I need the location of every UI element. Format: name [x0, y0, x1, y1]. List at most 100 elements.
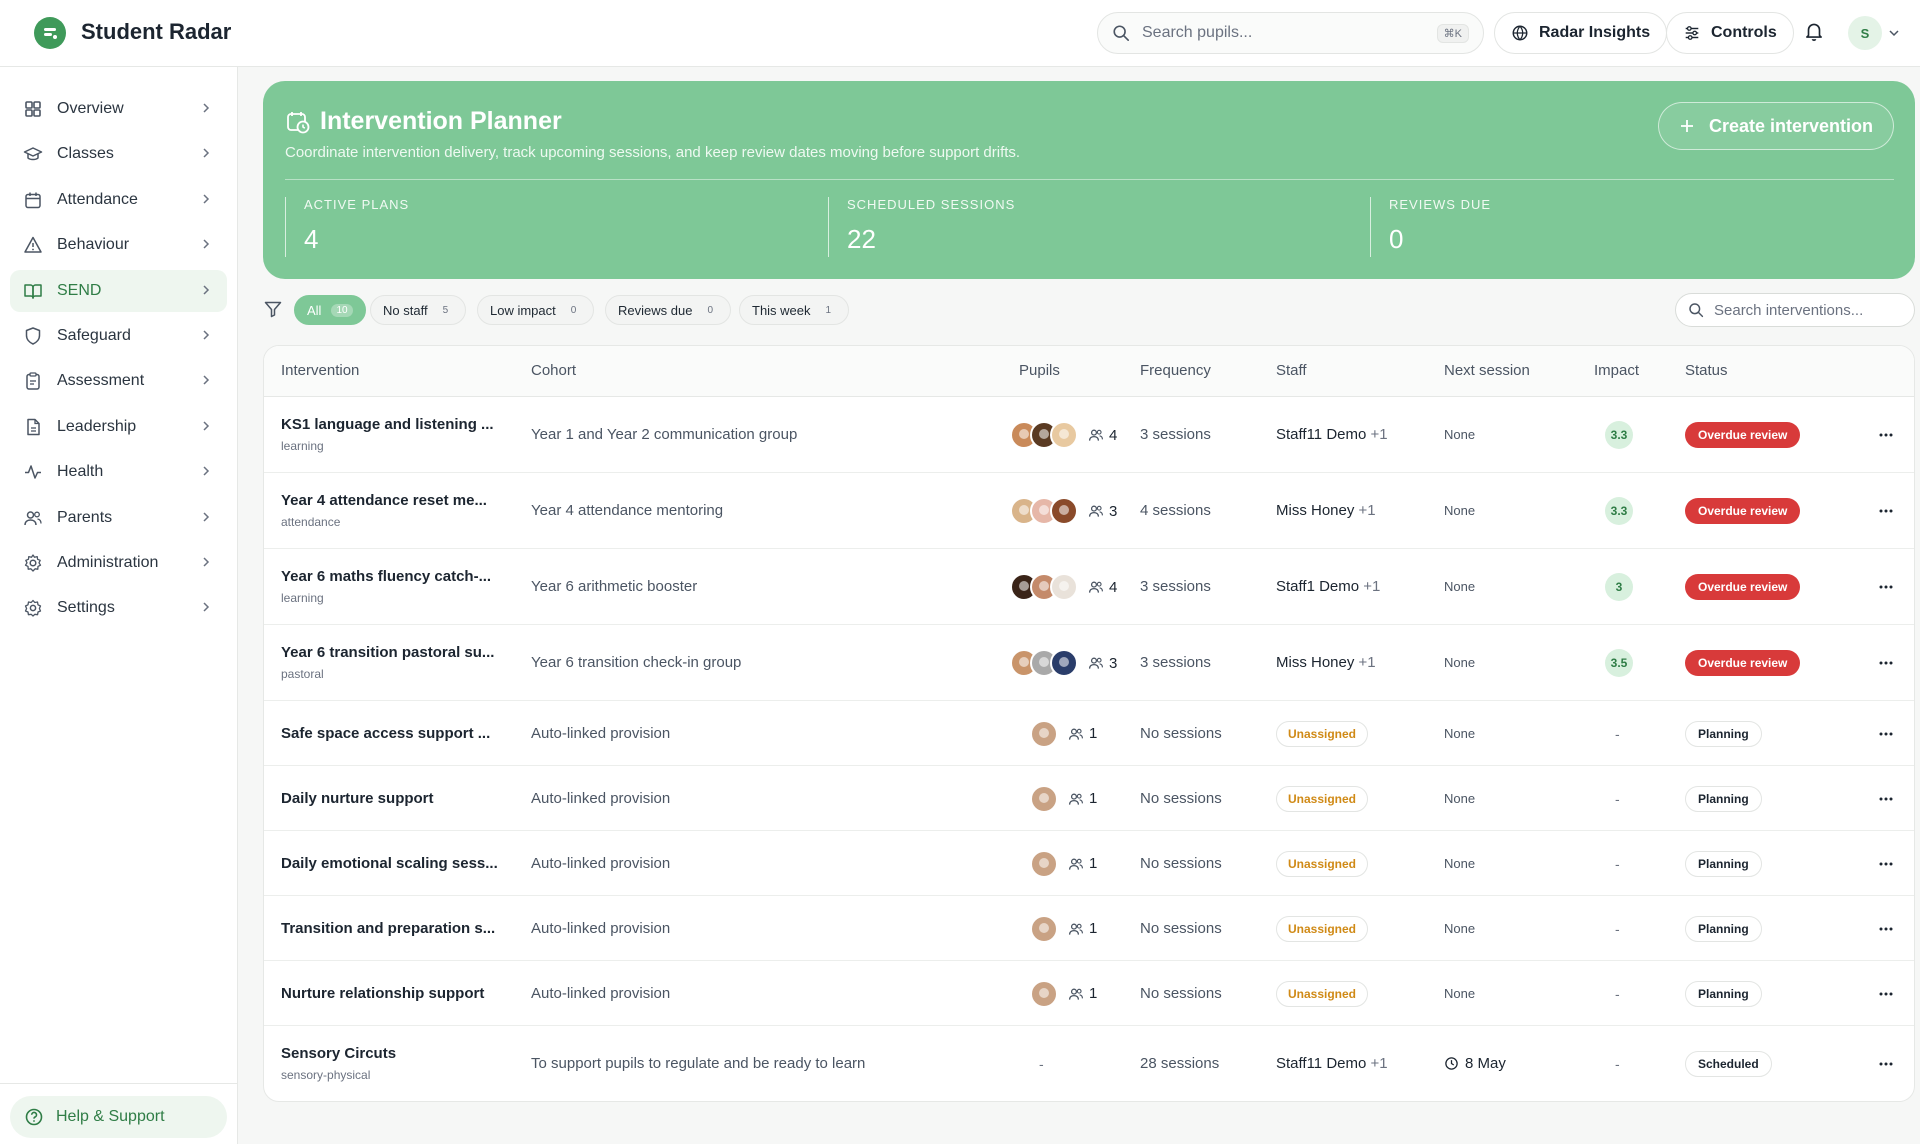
filter-chip-all[interactable]: All 10	[294, 295, 366, 325]
pupil-avatar[interactable]	[1030, 784, 1058, 813]
filter-chip-low-impact[interactable]: Low impact 0	[477, 295, 595, 325]
intervention-name[interactable]: Daily nurture support	[281, 790, 434, 807]
filter-chip-no-staff[interactable]: No staff 5	[370, 295, 467, 325]
user-menu[interactable]: S	[1848, 14, 1908, 52]
pupil-avatars[interactable]: 1	[1030, 719, 1097, 748]
column-header-intervention[interactable]: Intervention	[281, 362, 359, 379]
sidebar-item-leadership[interactable]: Leadership	[10, 406, 227, 448]
column-header-impact[interactable]: Impact	[1594, 362, 1639, 379]
radar-insights-button[interactable]: Radar Insights	[1494, 12, 1668, 54]
create-intervention-button[interactable]: Create intervention	[1658, 102, 1894, 150]
table-row[interactable]: Nurture relationship support Auto-linked …	[264, 961, 1914, 1026]
unassigned-badge[interactable]: Unassigned	[1276, 980, 1369, 1007]
status-badge[interactable]: Overdue review	[1685, 574, 1801, 600]
sidebar-item-assessment[interactable]: Assessment	[10, 360, 227, 402]
intervention-name[interactable]: Sensory Circuts	[281, 1045, 396, 1062]
status-badge[interactable]: Overdue review	[1685, 422, 1801, 448]
filter-chip-this-week[interactable]: This week 1	[739, 295, 850, 325]
column-header-cohort[interactable]: Cohort	[531, 362, 576, 379]
sidebar-item-behaviour[interactable]: Behaviour	[10, 224, 227, 266]
pupil-avatar[interactable]	[1050, 497, 1078, 525]
sidebar-item-classes[interactable]: Classes	[10, 133, 227, 175]
sidebar-item-parents[interactable]: Parents	[10, 497, 227, 539]
intervention-search-placeholder[interactable]: Search interventions...	[1714, 302, 1863, 319]
intervention-name[interactable]: Year 6 transition pastoral su...	[281, 644, 494, 661]
pupil-avatars[interactable]: 1	[1030, 914, 1097, 943]
table-row[interactable]: Year 6 maths fluency catch-... learning Ye…	[264, 549, 1914, 625]
controls-button[interactable]: Controls	[1666, 12, 1794, 54]
more-actions-icon[interactable]	[1876, 1054, 1896, 1074]
status-badge[interactable]: Planning	[1685, 980, 1762, 1007]
pupil-avatar[interactable]	[1050, 421, 1078, 449]
pupil-avatars[interactable]: 1	[1030, 849, 1097, 878]
staff-name[interactable]: Miss Honey +1	[1276, 654, 1376, 671]
column-header-staff[interactable]: Staff	[1276, 362, 1307, 379]
more-actions-icon[interactable]	[1876, 501, 1896, 521]
status-badge[interactable]: Scheduled	[1685, 1051, 1772, 1077]
app-logo[interactable]	[34, 17, 66, 49]
sidebar-item-overview[interactable]: Overview	[10, 88, 227, 130]
sidebar-item-safeguard[interactable]: Safeguard	[10, 315, 227, 357]
table-row[interactable]: Transition and preparation s... Auto-link…	[264, 896, 1914, 961]
sidebar-item-administration[interactable]: Administration	[10, 542, 227, 584]
pupil-avatars[interactable]: 1	[1030, 784, 1097, 813]
table-row[interactable]: Daily emotional scaling sess... Auto-link…	[264, 831, 1914, 896]
notifications-button[interactable]	[1803, 20, 1825, 47]
pupil-avatars[interactable]: 3	[1010, 497, 1117, 525]
help-support-button[interactable]: Help & Support	[10, 1096, 227, 1138]
table-row[interactable]: Safe space access support ... Auto-linked…	[264, 701, 1914, 766]
status-badge[interactable]: Planning	[1685, 720, 1762, 747]
table-row[interactable]: Daily nurture support Auto-linked provisi…	[264, 766, 1914, 831]
pupil-avatar[interactable]	[1030, 849, 1058, 878]
sidebar-item-attendance[interactable]: Attendance	[10, 179, 227, 221]
unassigned-badge[interactable]: Unassigned	[1276, 785, 1369, 812]
more-actions-icon[interactable]	[1876, 789, 1896, 809]
unassigned-badge[interactable]: Unassigned	[1276, 720, 1369, 747]
pupil-avatars[interactable]: 3	[1010, 649, 1117, 677]
sidebar-item-health[interactable]: Health	[10, 451, 227, 493]
pupil-avatar[interactable]	[1030, 979, 1058, 1008]
intervention-name[interactable]: Nurture relationship support	[281, 985, 484, 1002]
status-badge[interactable]: Planning	[1685, 850, 1762, 877]
pupil-avatar[interactable]	[1030, 719, 1058, 748]
pupil-search[interactable]: Search pupils... ⌘K	[1097, 12, 1484, 54]
pupil-avatar[interactable]	[1050, 649, 1078, 677]
staff-name[interactable]: Staff1 Demo +1	[1276, 578, 1380, 595]
column-header-next-session[interactable]: Next session	[1444, 362, 1530, 379]
sidebar-item-settings[interactable]: Settings	[10, 587, 227, 629]
status-badge[interactable]: Overdue review	[1685, 498, 1801, 524]
more-actions-icon[interactable]	[1876, 653, 1896, 673]
more-actions-icon[interactable]	[1876, 724, 1896, 744]
intervention-name[interactable]: Transition and preparation s...	[281, 920, 495, 937]
intervention-search[interactable]: Search interventions...	[1675, 293, 1915, 327]
status-badge[interactable]: Overdue review	[1685, 650, 1801, 676]
pupil-avatars[interactable]: 4	[1010, 421, 1117, 449]
filter-icon[interactable]	[263, 299, 283, 324]
more-actions-icon[interactable]	[1876, 854, 1896, 874]
intervention-name[interactable]: Safe space access support ...	[281, 725, 490, 742]
more-actions-icon[interactable]	[1876, 984, 1896, 1004]
pupil-avatars[interactable]: 4	[1010, 573, 1117, 601]
table-row[interactable]: Sensory Circuts sensory-physical To suppor…	[264, 1026, 1914, 1101]
table-row[interactable]: Year 4 attendance reset me... attendance Y…	[264, 473, 1914, 549]
staff-name[interactable]: Staff11 Demo +1	[1276, 426, 1388, 443]
table-row[interactable]: KS1 language and listening ... learning Ye…	[264, 397, 1914, 473]
intervention-name[interactable]: Daily emotional scaling sess...	[281, 855, 498, 872]
more-actions-icon[interactable]	[1876, 577, 1896, 597]
search-placeholder[interactable]: Search pupils...	[1142, 24, 1252, 42]
column-header-frequency[interactable]: Frequency	[1140, 362, 1211, 379]
unassigned-badge[interactable]: Unassigned	[1276, 915, 1369, 942]
unassigned-badge[interactable]: Unassigned	[1276, 850, 1369, 877]
sidebar-item-send[interactable]: SEND	[10, 269, 227, 312]
column-header-status[interactable]: Status	[1685, 362, 1728, 379]
staff-name[interactable]: Miss Honey +1	[1276, 502, 1376, 519]
intervention-name[interactable]: KS1 language and listening ...	[281, 416, 494, 433]
pupil-avatars[interactable]: 1	[1030, 979, 1097, 1008]
pupil-avatar[interactable]	[1030, 914, 1058, 943]
intervention-name[interactable]: Year 4 attendance reset me...	[281, 492, 487, 509]
table-row[interactable]: Year 6 transition pastoral su... pastoral…	[264, 625, 1914, 701]
staff-name[interactable]: Staff11 Demo +1	[1276, 1055, 1388, 1072]
more-actions-icon[interactable]	[1876, 425, 1896, 445]
intervention-name[interactable]: Year 6 maths fluency catch-...	[281, 568, 491, 585]
pupil-avatar[interactable]	[1050, 573, 1078, 601]
